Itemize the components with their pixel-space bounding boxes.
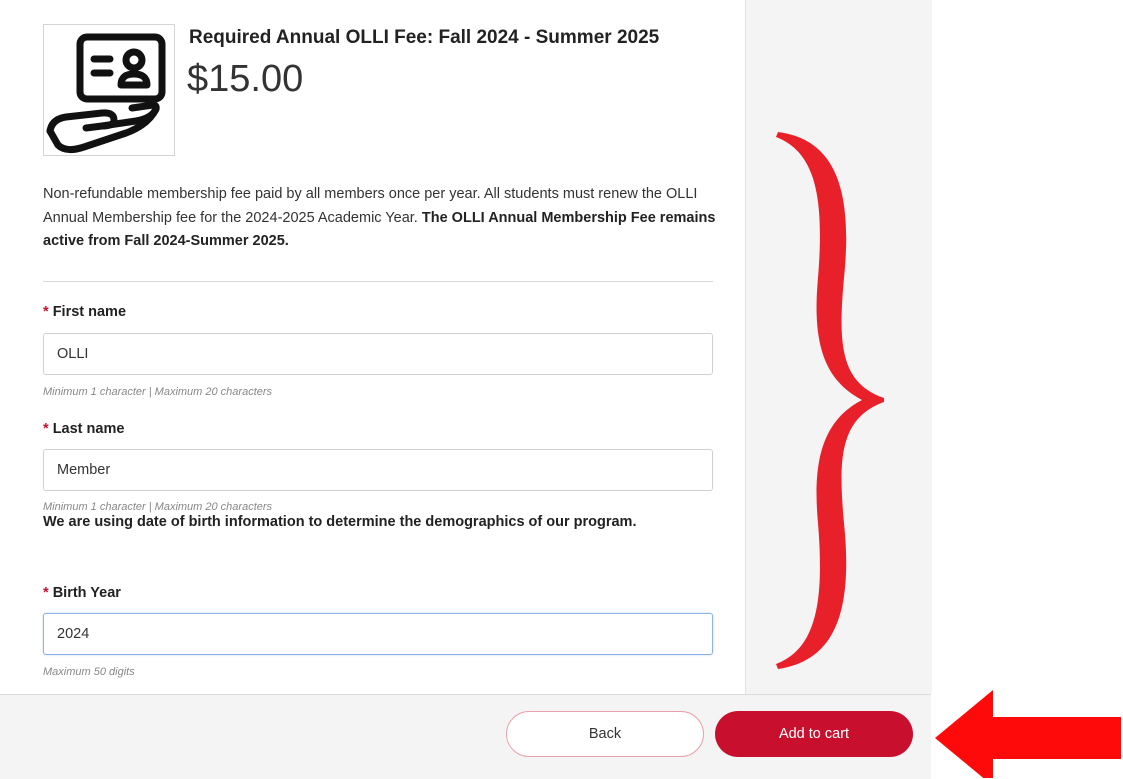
birth-year-input[interactable] [43, 613, 713, 655]
back-button[interactable]: Back [506, 711, 704, 757]
first-name-hint: Minimum 1 character | Maximum 20 charact… [43, 386, 273, 398]
divider [43, 281, 713, 282]
required-marker: * [43, 304, 49, 320]
birth-year-label: * Birth Year [43, 585, 121, 601]
last-name-hint: Minimum 1 character | Maximum 20 charact… [43, 501, 273, 513]
demographics-note: We are using date of birth information t… [43, 514, 637, 530]
product-price: $15.00 [187, 58, 304, 100]
required-marker: * [43, 585, 49, 601]
product-thumbnail [43, 24, 175, 156]
product-title: Required Annual OLLI Fee: Fall 2024 - Su… [189, 27, 660, 48]
birth-year-hint: Maximum 50 digits [43, 666, 135, 678]
first-name-label-text: First name [52, 304, 127, 320]
first-name-input[interactable] [43, 333, 713, 375]
membership-card-hand-icon [46, 33, 166, 154]
add-to-cart-button[interactable]: Add to cart [715, 711, 913, 757]
product-description: Non-refundable membership fee paid by al… [43, 183, 718, 254]
last-name-label: * Last name [43, 421, 124, 437]
birth-year-label-text: Birth Year [52, 585, 121, 601]
last-name-input[interactable] [43, 449, 713, 491]
curly-brace-annotation [776, 132, 884, 669]
last-name-label-text: Last name [52, 421, 125, 437]
first-name-label: * First name [43, 304, 126, 320]
left-arrow-annotation [935, 690, 1121, 778]
required-marker: * [43, 421, 49, 437]
